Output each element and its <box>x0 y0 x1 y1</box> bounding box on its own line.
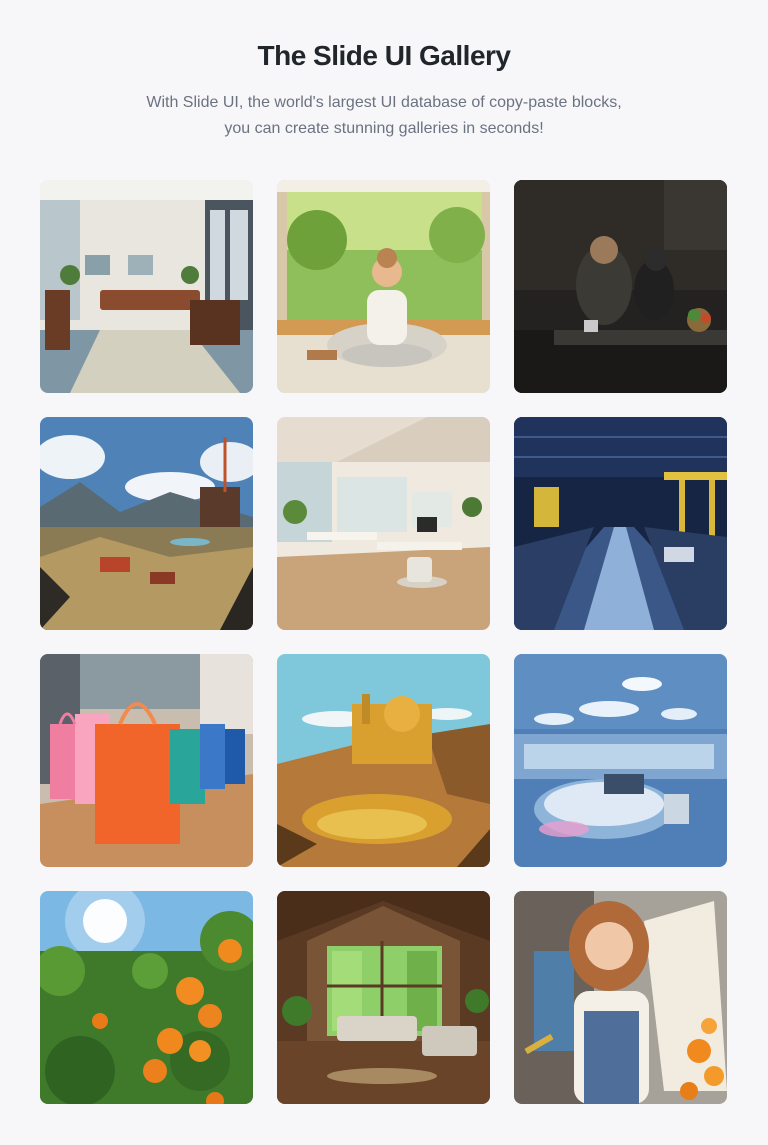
woman-meditating-image <box>277 180 490 393</box>
bright-office-image <box>277 417 490 630</box>
subtitle-line-2: you can create stunning galleries in sec… <box>224 120 544 137</box>
page-title: The Slide UI Gallery <box>257 40 511 71</box>
gallery-item-mining-landscape[interactable] <box>40 417 253 630</box>
subtitle-line-1: With Slide UI, the world's largest UI da… <box>146 94 622 111</box>
cozy-cabin-image <box>277 891 490 1104</box>
gallery-section: The Slide UI Gallery With Slide UI, the … <box>0 0 768 1104</box>
page-subtitle: With Slide UI, the world's largest UI da… <box>104 90 664 142</box>
gallery-item-cozy-cabin[interactable] <box>277 891 490 1104</box>
gallery-grid <box>40 180 727 1104</box>
factory-conveyor-image <box>514 417 727 630</box>
gallery-item-woman-meditating[interactable] <box>277 180 490 393</box>
painter-woman-image <box>514 891 727 1104</box>
shopping-bags-image <box>40 654 253 867</box>
gallery-item-factory-conveyor[interactable] <box>514 417 727 630</box>
gallery-item-man-with-dog[interactable] <box>514 180 727 393</box>
gallery-item-bright-office[interactable] <box>277 417 490 630</box>
futuristic-lab-image <box>514 654 727 867</box>
mining-landscape-image <box>40 417 253 630</box>
gallery-item-futuristic-lab[interactable] <box>514 654 727 867</box>
gallery-item-golden-machine[interactable] <box>277 654 490 867</box>
gallery-item-painter-woman[interactable] <box>514 891 727 1104</box>
orange-tree-image <box>40 891 253 1104</box>
gallery-item-orange-tree[interactable] <box>40 891 253 1104</box>
gallery-item-shopping-bags[interactable] <box>40 654 253 867</box>
gallery-item-office-lounge[interactable] <box>40 180 253 393</box>
man-with-dog-image <box>514 180 727 393</box>
golden-machine-image <box>277 654 490 867</box>
office-lounge-image <box>40 180 253 393</box>
